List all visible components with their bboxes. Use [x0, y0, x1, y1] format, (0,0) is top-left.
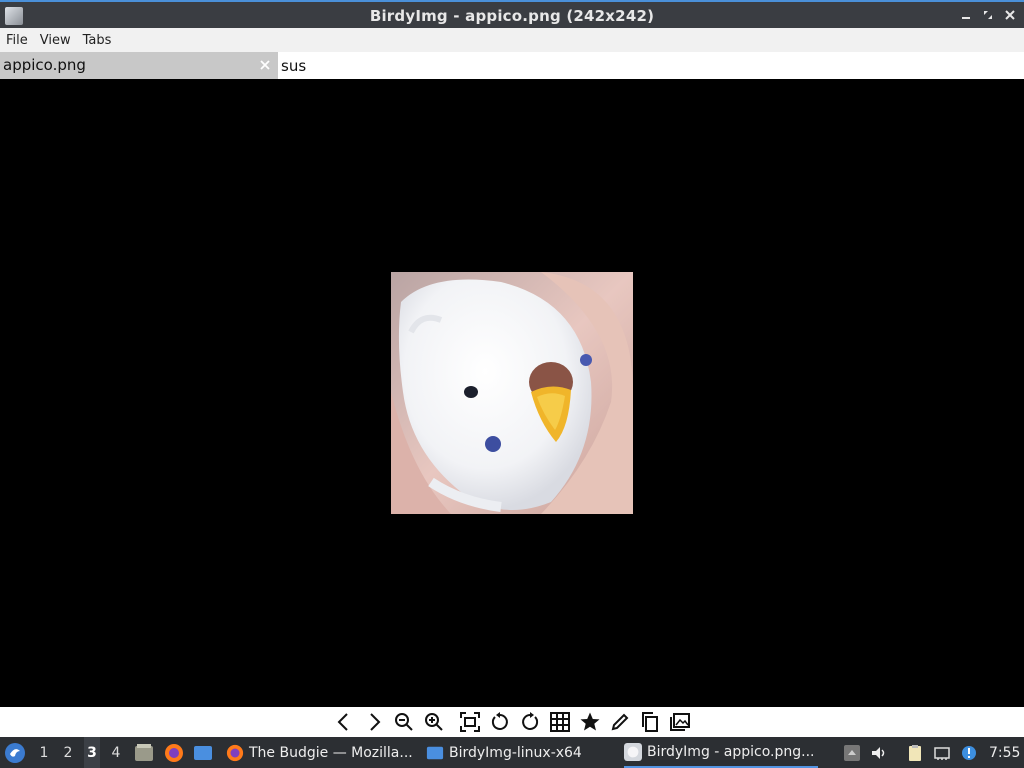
task-label: BirdyImg - appico.png... — [647, 743, 815, 760]
bottom-toolbar — [0, 707, 1024, 737]
firefox-launcher-icon[interactable] — [164, 737, 184, 768]
task-label: BirdyImg-linux-x64 — [449, 744, 582, 761]
task-firefox[interactable]: The Budgie — Mozilla... — [226, 737, 416, 768]
desktop-launcher-icon[interactable] — [193, 737, 213, 768]
rotate-right-icon[interactable] — [515, 707, 545, 737]
zoom-in-icon[interactable] — [419, 707, 449, 737]
maximize-icon[interactable] — [980, 7, 996, 23]
zoom-out-icon[interactable] — [389, 707, 419, 737]
tab-name-input[interactable] — [279, 52, 1024, 79]
menu-view[interactable]: View — [34, 33, 77, 48]
star-icon[interactable] — [575, 707, 605, 737]
workspace-2[interactable]: 2 — [60, 737, 76, 768]
task-file-manager[interactable]: BirdyImg-linux-x64 — [426, 737, 606, 768]
clock[interactable]: 7:55 — [989, 737, 1020, 768]
task-birdyimg[interactable]: BirdyImg - appico.png... — [624, 737, 818, 768]
tab-appico[interactable]: appico.png — [0, 52, 278, 79]
tab-row: appico.png — [0, 52, 1024, 79]
image-viewer[interactable] — [0, 79, 1024, 707]
workspace-1[interactable]: 1 — [36, 737, 52, 768]
window-titlebar[interactable]: BirdyImg - appico.png (242x242) — [0, 0, 1024, 30]
previous-icon[interactable] — [329, 707, 359, 737]
next-icon[interactable] — [359, 707, 389, 737]
menu-bar: File View Tabs — [0, 28, 1024, 52]
file-manager-launcher-icon[interactable] — [134, 737, 154, 768]
tab-label: appico.png — [3, 56, 86, 74]
gallery-icon[interactable] — [665, 707, 695, 737]
grid-icon[interactable] — [545, 707, 575, 737]
copy-icon[interactable] — [635, 707, 665, 737]
window-title: BirdyImg - appico.png (242x242) — [369, 7, 655, 25]
tray-expand-icon[interactable] — [843, 737, 861, 768]
volume-icon[interactable] — [870, 737, 888, 768]
task-label: The Budgie — Mozilla... — [249, 744, 413, 761]
network-icon[interactable] — [933, 737, 951, 768]
workspace-3[interactable]: 3 — [84, 737, 100, 768]
clipboard-icon[interactable] — [906, 737, 924, 768]
system-taskbar: 1 2 3 4 The Budgie — Mozilla... BirdyImg… — [0, 737, 1024, 768]
folder-icon — [426, 746, 444, 759]
notification-icon[interactable] — [960, 737, 978, 768]
workspace-4[interactable]: 4 — [108, 737, 124, 768]
fit-to-window-icon[interactable] — [455, 707, 485, 737]
budgie-bird-photo — [391, 272, 633, 514]
menu-tabs[interactable]: Tabs — [77, 33, 118, 48]
menu-file[interactable]: File — [0, 33, 34, 48]
close-icon[interactable] — [1002, 7, 1018, 23]
minimize-icon[interactable] — [958, 7, 974, 23]
birdyimg-app-icon — [624, 742, 642, 761]
edit-pencil-icon[interactable] — [605, 707, 635, 737]
rotate-left-icon[interactable] — [485, 707, 515, 737]
firefox-icon — [226, 744, 244, 761]
budgie-menu-icon[interactable] — [4, 737, 26, 768]
close-tab-icon[interactable] — [258, 58, 272, 72]
